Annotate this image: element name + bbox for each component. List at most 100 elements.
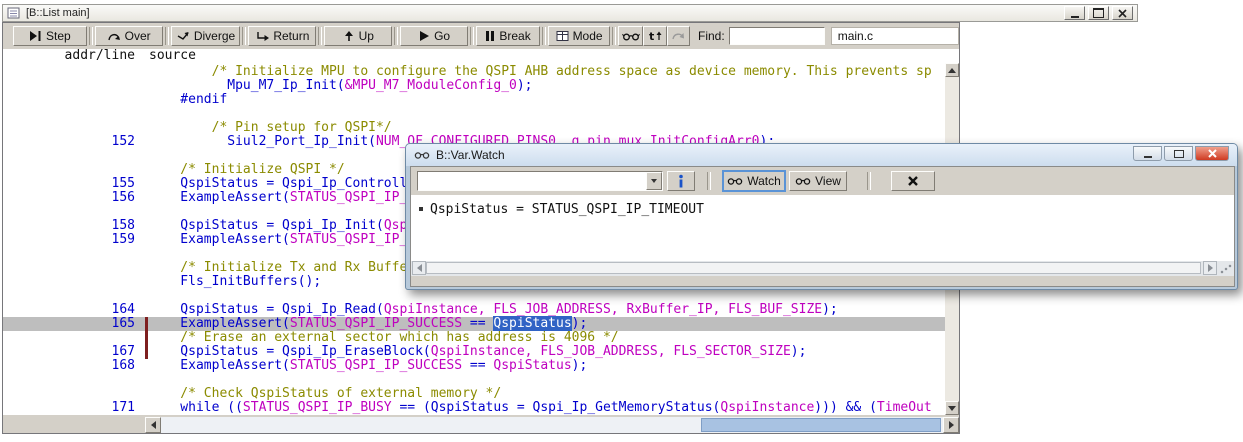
over-icon (107, 30, 121, 42)
source-text: Mpu_M7_Ip_Init(&MPU_M7_ModuleConfig_0); (149, 78, 533, 93)
source-line[interactable]: /* Pin setup for QSPI*/ (3, 121, 945, 135)
redo-icon (671, 30, 685, 42)
source-text (145, 246, 149, 261)
over-label: Over (124, 29, 151, 43)
watch-hscroll-left-button[interactable] (412, 261, 426, 275)
vscroll-down-button[interactable] (945, 401, 959, 415)
source-line[interactable]: 171 while ((STATUS_QSPI_IP_BUSY == (Qspi… (3, 401, 945, 415)
watch-hscroll-thumb[interactable] (426, 262, 1201, 274)
break-button[interactable]: Break (476, 26, 541, 46)
watch-maximize-button[interactable] (1164, 146, 1193, 161)
listing-header: addr/line source (3, 49, 959, 63)
break-label: Break (499, 29, 531, 43)
mode-button[interactable]: Mode (548, 26, 611, 46)
source-text (145, 106, 149, 121)
line-number: 171 (111, 400, 135, 415)
minimize-icon (1143, 155, 1152, 158)
hscroll-right-button[interactable] (943, 417, 959, 433)
file-name-field[interactable]: main.c (830, 27, 959, 45)
view-button-label: View (815, 174, 841, 188)
var-info-button[interactable] (667, 171, 695, 191)
minimize-icon (1070, 15, 1079, 18)
watch-entry-text: QspiStatus = STATUS_QSPI_IP_TIMEOUT (430, 201, 704, 217)
find-label: Find: (698, 29, 725, 43)
up-button[interactable]: Up (324, 26, 393, 46)
toolbar-separator (242, 27, 247, 45)
breakpoint-range-marker (145, 317, 148, 359)
hscroll-left-button[interactable] (145, 417, 161, 433)
source-text: while ((STATUS_QSPI_IP_BUSY == (QspiStat… (149, 400, 932, 415)
watch-button[interactable]: Watch (722, 170, 786, 192)
source-line[interactable]: #endif (3, 93, 945, 107)
line-number: 164 (111, 302, 135, 317)
line-number: 158 (111, 218, 135, 233)
watch-hscroll (411, 261, 1234, 276)
line-number: 168 (111, 358, 135, 373)
delete-watch-button[interactable] (891, 171, 935, 191)
source-text: QspiStatus = Qspi_Ip_Read(QspiInstance, … (149, 302, 838, 317)
minimize-button[interactable] (1064, 6, 1085, 20)
main-window-titlebar[interactable]: [B::List main] (2, 4, 1138, 22)
glasses-icon (727, 176, 743, 186)
variable-input[interactable] (418, 173, 646, 189)
source-text: /* Check QspiStatus of external memory *… (149, 386, 502, 401)
redo-button-disabled[interactable] (666, 26, 691, 46)
return-label: Return (273, 29, 310, 43)
source-line[interactable]: /* Initialize MPU to configure the QSPI … (3, 65, 945, 79)
close-icon (1118, 8, 1127, 18)
mode-icon (556, 30, 569, 42)
up-icon (343, 30, 355, 42)
t-up-button[interactable]: t (643, 26, 667, 46)
view-button[interactable]: View (789, 171, 847, 191)
header-addr-line: addr/line (64, 48, 135, 63)
source-text (145, 148, 149, 163)
vscroll-up-button[interactable] (945, 63, 959, 77)
main-window-controls (1064, 6, 1133, 20)
step-button[interactable]: Step (13, 26, 87, 46)
source-line[interactable] (3, 373, 945, 387)
source-line[interactable]: 164 QspiStatus = Qspi_Ip_Read(QspiInstan… (3, 303, 945, 317)
watch-minimize-button[interactable] (1133, 146, 1162, 161)
return-button[interactable]: Return (248, 26, 317, 46)
combo-dropdown-button[interactable] (646, 172, 662, 190)
break-icon (485, 30, 495, 42)
screen: [B::List main] Step Over Diverge Return … (0, 0, 1243, 442)
source-line[interactable] (3, 289, 945, 303)
var-watch-titlebar[interactable]: B::Var.Watch (406, 144, 1237, 166)
left-arrow-icon (150, 421, 156, 429)
hscroll-thumb[interactable] (701, 418, 941, 432)
line-number: 155 (111, 176, 135, 191)
watch-hscroll-right-button[interactable] (1203, 261, 1217, 275)
source-line[interactable]: 168 ExampleAssert(STATUS_QSPI_IP_SUCCESS… (3, 359, 945, 373)
source-text: #endif (149, 92, 228, 107)
line-number: 152 (111, 134, 135, 149)
up-arrow-icon (948, 67, 956, 73)
find-input[interactable] (728, 27, 825, 45)
toolbar-separator (164, 27, 169, 45)
source-line[interactable]: Mpu_M7_Ip_Init(&MPU_M7_ModuleConfig_0); (3, 79, 945, 93)
chevron-down-icon (651, 179, 657, 183)
watch-close-button[interactable] (1195, 146, 1229, 161)
glasses-icon (795, 176, 811, 186)
glasses-button[interactable] (618, 26, 644, 46)
resize-grip[interactable] (1218, 262, 1232, 275)
var-watch-controls (1133, 146, 1229, 161)
source-text (145, 372, 149, 387)
close-button[interactable] (1112, 6, 1133, 20)
up-label: Up (358, 29, 374, 43)
diverge-button[interactable]: Diverge (170, 26, 241, 46)
glasses-icon (621, 31, 640, 42)
maximize-button[interactable] (1088, 6, 1109, 20)
source-text (145, 204, 149, 219)
source-line[interactable]: /* Check QspiStatus of external memory *… (3, 387, 945, 401)
over-button[interactable]: Over (94, 26, 163, 46)
step-label: Step (46, 29, 71, 43)
source-text: /* Erase an external sector which has ad… (149, 330, 619, 345)
watch-entry[interactable]: QspiStatus = STATUS_QSPI_IP_TIMEOUT (411, 201, 1234, 217)
toolbar-separator (612, 27, 617, 45)
source-text: /* Initialize Tx and Rx Buffers */ (149, 260, 447, 275)
source-line[interactable] (3, 107, 945, 121)
left-arrow-icon (416, 264, 422, 272)
go-button[interactable]: Go (400, 26, 469, 46)
source-text: Fls_InitBuffers(); (149, 274, 322, 289)
